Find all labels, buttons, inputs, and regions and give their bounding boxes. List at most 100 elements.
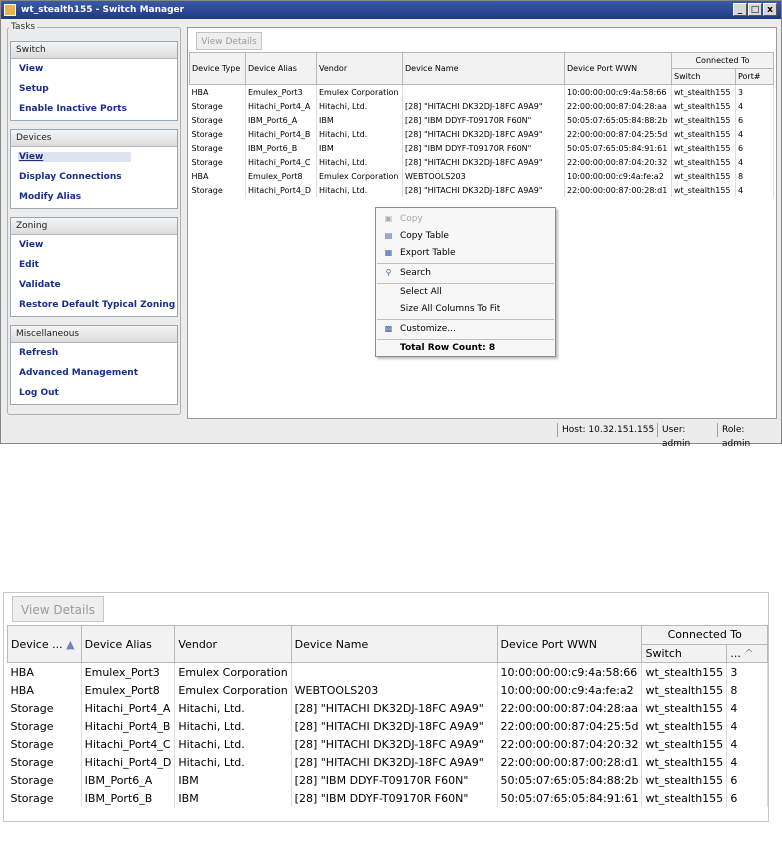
table-row[interactable]: Storage Hitachi_Port4_A Hitachi, Ltd. [28] … [7,699,768,717]
menu-separator [377,319,554,320]
table-cell: IBM_Port6_B [245,141,317,155]
table-cell: 50:05:07:65:05:84:91:61 [564,141,672,155]
zoning-view-link[interactable]: View [11,235,177,255]
close-button[interactable]: x [763,3,777,16]
table-cell: [28] "HITACHI DK32DJ-18FC A9A9" [402,127,565,141]
table-cell: Emulex_Port3 [81,662,176,681]
view-details-button-zoomed[interactable]: View Details [12,596,104,622]
table-cell: [28] "HITACHI DK32DJ-18FC A9A9" [402,99,565,113]
col-switch[interactable]: Switch [641,643,728,663]
app-icon [4,4,16,16]
menu-select-all[interactable]: Select All [376,284,555,300]
table-row[interactable]: Storage Hitachi_Port4_C Hitachi, Ltd. [28] … [189,155,774,169]
table-cell: 22:00:00:00:87:04:28:aa [564,99,672,113]
table-cell: wt_stealth155 [641,699,728,717]
log-out-link[interactable]: Log Out [11,383,177,403]
zoning-task-group: Zoning View Edit Validate Restore Defaul… [10,217,178,317]
table-cell: HBA [189,169,246,183]
enable-inactive-ports-link[interactable]: Enable Inactive Ports [11,99,177,119]
table-row[interactable]: Storage IBM_Port6_B IBM [28] "IBM DDYF-T091… [189,141,774,155]
table-cell: Storage [189,99,246,113]
table-cell: [28] "IBM DDYF-T09170R F60N" [402,113,565,127]
table-cell: 22:00:00:00:87:04:20:32 [564,155,672,169]
table-cell: Hitachi_Port4_A [81,699,176,717]
menu-export-table[interactable]: ▦ Export Table [376,245,555,261]
table-cell: Hitachi_Port4_B [81,717,176,735]
table-cell: 10:00:00:00:c9:4a:58:66 [564,84,672,99]
menu-search[interactable]: ⚲ Search [376,265,555,281]
table-cell: Storage [7,717,82,735]
table-cell: Storage [7,735,82,753]
table-cell: 4 [735,155,774,169]
col-device-port-wwn[interactable]: Device Port WWN [496,625,643,663]
col-device-alias[interactable]: Device Alias [245,52,317,85]
col-device-alias[interactable]: Device Alias [80,625,176,663]
table-row[interactable]: Storage IBM_Port6_A IBM [28] "IBM DDYF-T091… [7,771,768,789]
table-row[interactable]: Storage Hitachi_Port4_D Hitachi, Ltd. [28] … [189,183,774,197]
zoomed-devices-panel: View Details Device ... ▲ Device Alias V… [3,592,769,822]
zoning-validate-link[interactable]: Validate [11,275,177,295]
advanced-management-link[interactable]: Advanced Management [11,363,177,383]
table-cell: IBM_Port6_A [81,771,176,789]
devices-view-link[interactable]: View [11,147,177,167]
modify-alias-link[interactable]: Modify Alias [11,187,177,207]
table-cell: IBM_Port6_B [81,789,176,807]
menu-copy[interactable]: ▣ Copy [376,211,555,227]
switch-task-group: Switch View Setup Enable Inactive Ports [10,41,178,121]
table-row[interactable]: Storage Hitachi_Port4_B Hitachi, Ltd. [28] … [189,127,774,141]
chevron-up-icon: ^ [744,646,754,660]
col-port[interactable]: Port# [735,68,774,85]
table-cell: 10:00:00:00:c9:4a:58:66 [497,662,643,681]
copy-table-icon: ▤ [384,231,393,240]
restore-default-zoning-link[interactable]: Restore Default Typical Zoning [11,295,177,315]
table-row[interactable]: HBA Emulex_Port8 Emulex Corporation WEBTOOL… [7,681,768,699]
col-device-port-wwn[interactable]: Device Port WWN [564,52,672,85]
minimize-button[interactable]: _ [733,3,747,16]
table-cell: Hitachi, Ltd. [316,127,403,141]
table-row[interactable]: Storage Hitachi_Port4_D Hitachi, Ltd. [28] … [7,753,768,771]
col-port[interactable]: ... ^ [726,643,768,663]
table-row[interactable]: HBA Emulex_Port3 Emulex Corporation 10:00:0… [189,84,774,99]
table-context-menu: ▣ Copy ▤ Copy Table ▦ Export Table ⚲ Sea… [375,207,556,357]
table-row[interactable]: HBA Emulex_Port3 Emulex Corporation 10:00:0… [7,662,768,681]
table-cell: wt_stealth155 [641,753,728,771]
table-cell: 6 [726,771,768,789]
table-cell: Hitachi_Port4_A [245,99,317,113]
table-row[interactable]: Storage IBM_Port6_B IBM [28] "IBM DDYF-T091… [7,789,768,807]
display-connections-link[interactable]: Display Connections [11,167,177,187]
maximize-button[interactable]: □ [748,3,762,16]
col-vendor[interactable]: Vendor [174,625,292,663]
table-cell: Storage [189,155,246,169]
menu-customize[interactable]: ▩ Customize... [376,321,555,337]
menu-copy-table[interactable]: ▤ Copy Table [376,228,555,244]
col-device-type-sorted[interactable]: Device ... ▲ [7,625,82,663]
col-switch[interactable]: Switch [671,68,736,85]
col-device-type[interactable]: Device Type [189,52,246,85]
table-cell: Storage [189,141,246,155]
table-cell: Emulex Corporation [316,84,403,99]
view-details-button[interactable]: View Details [196,32,262,50]
table-cell: 22:00:00:00:87:04:28:aa [497,699,643,717]
table-row[interactable]: Storage IBM_Port6_A IBM [28] "IBM DDYF-T091… [189,113,774,127]
table-cell [291,662,498,681]
zoning-edit-link[interactable]: Edit [11,255,177,275]
menu-size-all-columns[interactable]: Size All Columns To Fit [376,301,555,317]
table-row[interactable]: Storage Hitachi_Port4_C Hitachi, Ltd. [28] … [7,735,768,753]
table-cell: wt_stealth155 [671,84,736,99]
table-cell: WEBTOOLS203 [291,681,498,699]
col-vendor[interactable]: Vendor [316,52,403,85]
col-device-name[interactable]: Device Name [402,52,565,85]
table-row[interactable]: HBA Emulex_Port8 Emulex Corporation WEBTOOL… [189,169,774,183]
table-cell: Emulex Corporation [174,662,292,681]
refresh-link[interactable]: Refresh [11,343,177,363]
switch-setup-link[interactable]: Setup [11,79,177,99]
switch-view-link[interactable]: View [11,59,177,79]
table-cell: WEBTOOLS203 [402,169,565,183]
table-cell: IBM [316,113,403,127]
table-cell: IBM [174,789,292,807]
table-row[interactable]: Storage Hitachi_Port4_A Hitachi, Ltd. [28] … [189,99,774,113]
title-bar[interactable]: wt_stealth155 - Switch Manager _ □ x [1,1,781,19]
col-device-name[interactable]: Device Name [290,625,498,663]
table-row[interactable]: Storage Hitachi_Port4_B Hitachi, Ltd. [28] … [7,717,768,735]
table-cell: Emulex Corporation [316,169,403,183]
